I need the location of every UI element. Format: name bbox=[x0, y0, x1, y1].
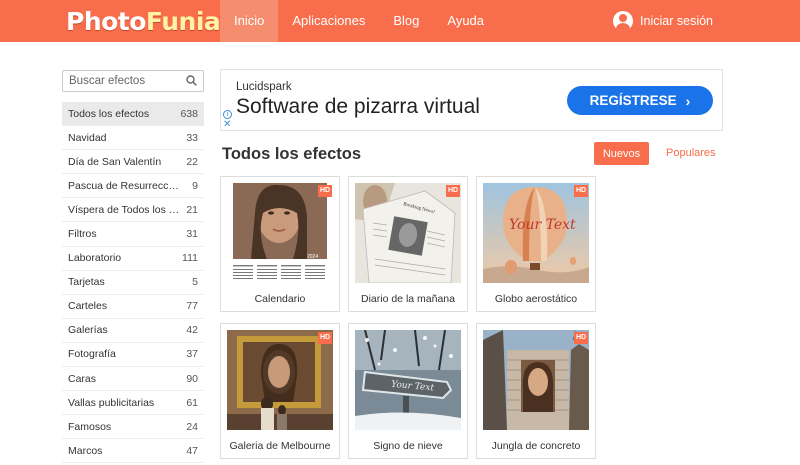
tab-populares[interactable]: Populares bbox=[666, 147, 716, 159]
login-label: Iniciar sesión bbox=[640, 14, 713, 28]
effect-card-calendario[interactable]: 2024 HD Calendario bbox=[220, 176, 340, 312]
category-name: Marcos bbox=[68, 444, 103, 457]
category-item-pascua[interactable]: Pascua de Resurrección 9 bbox=[62, 174, 204, 199]
ad-info-icon[interactable]: i bbox=[223, 110, 232, 119]
ad-register-button[interactable]: REGÍSTRESE › bbox=[567, 86, 713, 115]
login-button[interactable]: Iniciar sesión bbox=[613, 11, 713, 31]
effect-card-globo[interactable]: Your Text HD Globo aerostático bbox=[476, 176, 596, 312]
effect-label: Diario de la mañana bbox=[361, 293, 455, 305]
nav-inicio[interactable]: Inicio bbox=[220, 0, 279, 42]
main-nav: Inicio Aplicaciones Blog Ayuda bbox=[220, 0, 498, 42]
category-name: Famosos bbox=[68, 420, 112, 433]
category-count: 111 bbox=[182, 252, 198, 265]
category-name: Caras bbox=[68, 372, 97, 385]
category-name: Pascua de Resurrección bbox=[68, 179, 180, 192]
category-count: 638 bbox=[180, 107, 198, 120]
category-count: 9 bbox=[192, 179, 198, 192]
category-name: Laboratorio bbox=[68, 252, 122, 265]
nav-aplicaciones[interactable]: Aplicaciones bbox=[278, 0, 379, 42]
category-item-marcos[interactable]: Marcos 47 bbox=[62, 439, 204, 464]
category-count: 77 bbox=[186, 300, 198, 313]
category-name: Día de San Valentín bbox=[68, 155, 162, 168]
effect-label: Galeria de Melbourne bbox=[229, 440, 331, 452]
hd-badge: HD bbox=[318, 332, 332, 344]
photofunia-logo[interactable]: PhotoFunia bbox=[66, 7, 221, 36]
category-count: 37 bbox=[186, 348, 198, 361]
category-name: Navidad bbox=[68, 131, 107, 144]
effect-label: Jungla de concreto bbox=[491, 440, 581, 452]
effect-card-jungla[interactable]: HD Jungla de concreto bbox=[476, 323, 596, 459]
logo-photo-text: Photo bbox=[66, 7, 146, 36]
nav-blog[interactable]: Blog bbox=[379, 0, 433, 42]
category-list: Todos los efectos 638 Navidad 33 Día de Sa… bbox=[62, 102, 204, 464]
page-title: Todos los efectos bbox=[222, 145, 362, 163]
effect-label: Signo de nieve bbox=[373, 440, 443, 452]
search-input[interactable] bbox=[63, 71, 181, 91]
chevron-right-icon: › bbox=[685, 92, 691, 109]
hd-badge: HD bbox=[318, 185, 332, 197]
category-count: 22 bbox=[186, 155, 198, 168]
ad-register-label: REGÍSTRESE bbox=[589, 93, 677, 108]
category-name: Fotografía bbox=[68, 348, 116, 361]
category-item-navidad[interactable]: Navidad 33 bbox=[62, 126, 204, 151]
category-item-fotografia[interactable]: Fotografía 37 bbox=[62, 343, 204, 368]
category-count: 33 bbox=[186, 131, 198, 144]
category-item-filtros[interactable]: Filtros 31 bbox=[62, 222, 204, 247]
category-count: 24 bbox=[186, 420, 198, 433]
effect-thumbnail: Breaking News! bbox=[355, 183, 461, 283]
category-item-halloween[interactable]: Víspera de Todos los S... 21 bbox=[62, 198, 204, 223]
category-item-todos[interactable]: Todos los efectos 638 bbox=[62, 102, 204, 127]
user-icon bbox=[613, 11, 634, 31]
category-item-vallas[interactable]: Vallas publicitarias 61 bbox=[62, 391, 204, 416]
effect-label: Calendario bbox=[254, 293, 306, 305]
category-item-famosos[interactable]: Famosos 24 bbox=[62, 415, 204, 440]
effect-card-diario[interactable]: Breaking News! HD Diario de la mañana bbox=[348, 176, 468, 312]
category-count: 5 bbox=[192, 276, 198, 289]
logo-funia-text: Funia bbox=[145, 7, 221, 36]
category-count: 42 bbox=[186, 324, 198, 337]
search-icon[interactable] bbox=[186, 75, 197, 86]
category-count: 90 bbox=[186, 372, 198, 385]
search-box bbox=[62, 70, 204, 92]
effect-card-nieve[interactable]: Your Text Signo de nieve bbox=[348, 323, 468, 459]
category-count: 21 bbox=[186, 203, 198, 216]
category-name: Vallas publicitarias bbox=[68, 396, 155, 409]
effect-thumbnail: 2024 bbox=[227, 183, 333, 283]
category-item-caras[interactable]: Caras 90 bbox=[62, 367, 204, 392]
nav-ayuda[interactable]: Ayuda bbox=[433, 0, 498, 42]
category-count: 31 bbox=[186, 228, 198, 241]
category-item-tarjetas[interactable]: Tarjetas 5 bbox=[62, 271, 204, 295]
top-header: PhotoFunia Inicio Aplicaciones Blog Ayud… bbox=[0, 0, 800, 42]
category-name: Carteles bbox=[68, 300, 108, 313]
effect-thumbnail: Your Text bbox=[483, 183, 589, 283]
ad-brand: Lucidspark bbox=[236, 81, 292, 93]
calendar-year: 2024 bbox=[307, 254, 318, 260]
effect-label: Globo aerostático bbox=[494, 293, 578, 305]
effect-thumbnail bbox=[483, 330, 589, 430]
hd-badge: HD bbox=[574, 332, 588, 344]
category-count: 47 bbox=[186, 444, 198, 457]
category-count: 61 bbox=[186, 396, 198, 409]
hd-badge: HD bbox=[446, 185, 460, 197]
category-name: Tarjetas bbox=[68, 276, 105, 289]
category-item-san-valentin[interactable]: Día de San Valentín 22 bbox=[62, 150, 204, 175]
effect-thumbnail: Your Text bbox=[355, 330, 461, 430]
ad-title: Software de pizarra virtual bbox=[236, 95, 480, 118]
ad-close-icon[interactable]: ✕ bbox=[223, 120, 231, 130]
category-item-carteles[interactable]: Carteles 77 bbox=[62, 295, 204, 319]
ad-banner[interactable]: Lucidspark Software de pizarra virtual R… bbox=[220, 69, 723, 131]
category-item-laboratorio[interactable]: Laboratorio 111 bbox=[62, 247, 204, 271]
category-name: Galerías bbox=[68, 324, 108, 337]
category-name: Todos los efectos bbox=[68, 107, 150, 120]
effect-card-melbourne[interactable]: HD Galeria de Melbourne bbox=[220, 323, 340, 459]
effect-thumbnail bbox=[227, 330, 333, 430]
category-name: Filtros bbox=[68, 228, 97, 241]
balloon-text: Your Text bbox=[509, 217, 576, 233]
category-name: Víspera de Todos los S... bbox=[68, 203, 180, 216]
category-item-galerias[interactable]: Galerías 42 bbox=[62, 319, 204, 343]
hd-badge: HD bbox=[574, 185, 588, 197]
tab-nuevos[interactable]: Nuevos bbox=[594, 142, 649, 165]
